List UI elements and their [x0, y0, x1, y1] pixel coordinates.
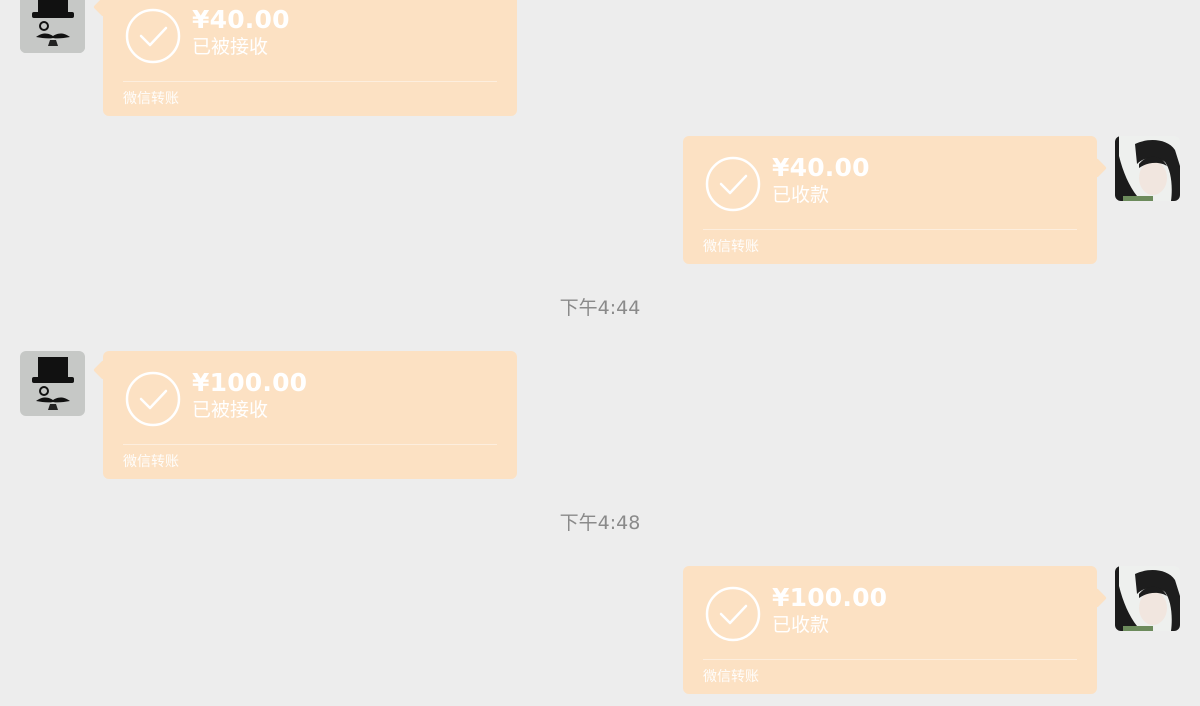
chat-timestamp: 下午4:44 — [559, 297, 641, 319]
transfer-status: 已被接收 — [192, 399, 269, 421]
check-circle-icon — [705, 156, 761, 212]
transfer-status: 已收款 — [772, 614, 830, 636]
transfer-label: 微信转账 — [123, 454, 179, 470]
transfer-status: 已被接收 — [192, 36, 269, 58]
transfer-message[interactable]: ¥40.00 已被接收 微信转账 — [103, 0, 517, 116]
divider — [703, 229, 1077, 230]
transfer-message[interactable]: ¥40.00 已收款 微信转账 — [683, 136, 1097, 264]
transfer-amount: ¥40.00 — [772, 153, 870, 182]
check-circle-icon — [125, 371, 181, 427]
transfer-amount: ¥100.00 — [772, 583, 888, 612]
chat-timestamp: 下午4:48 — [559, 512, 641, 534]
transfer-message[interactable]: ¥100.00 已被接收 微信转账 — [103, 351, 517, 479]
check-circle-icon — [705, 586, 761, 642]
divider — [123, 81, 497, 82]
transfer-amount: ¥40.00 — [192, 5, 290, 34]
avatar-self[interactable] — [1115, 136, 1180, 201]
avatar-sender[interactable] — [20, 0, 85, 53]
transfer-label: 微信转账 — [123, 91, 179, 107]
transfer-label: 微信转账 — [703, 239, 759, 255]
check-circle-icon — [125, 8, 181, 64]
divider — [123, 444, 497, 445]
transfer-amount: ¥100.00 — [192, 368, 308, 397]
transfer-message[interactable]: ¥100.00 已收款 微信转账 — [683, 566, 1097, 694]
transfer-label: 微信转账 — [703, 669, 759, 685]
transfer-status: 已收款 — [772, 184, 830, 206]
avatar-sender[interactable] — [20, 351, 85, 416]
divider — [703, 659, 1077, 660]
avatar-self[interactable] — [1115, 566, 1180, 631]
